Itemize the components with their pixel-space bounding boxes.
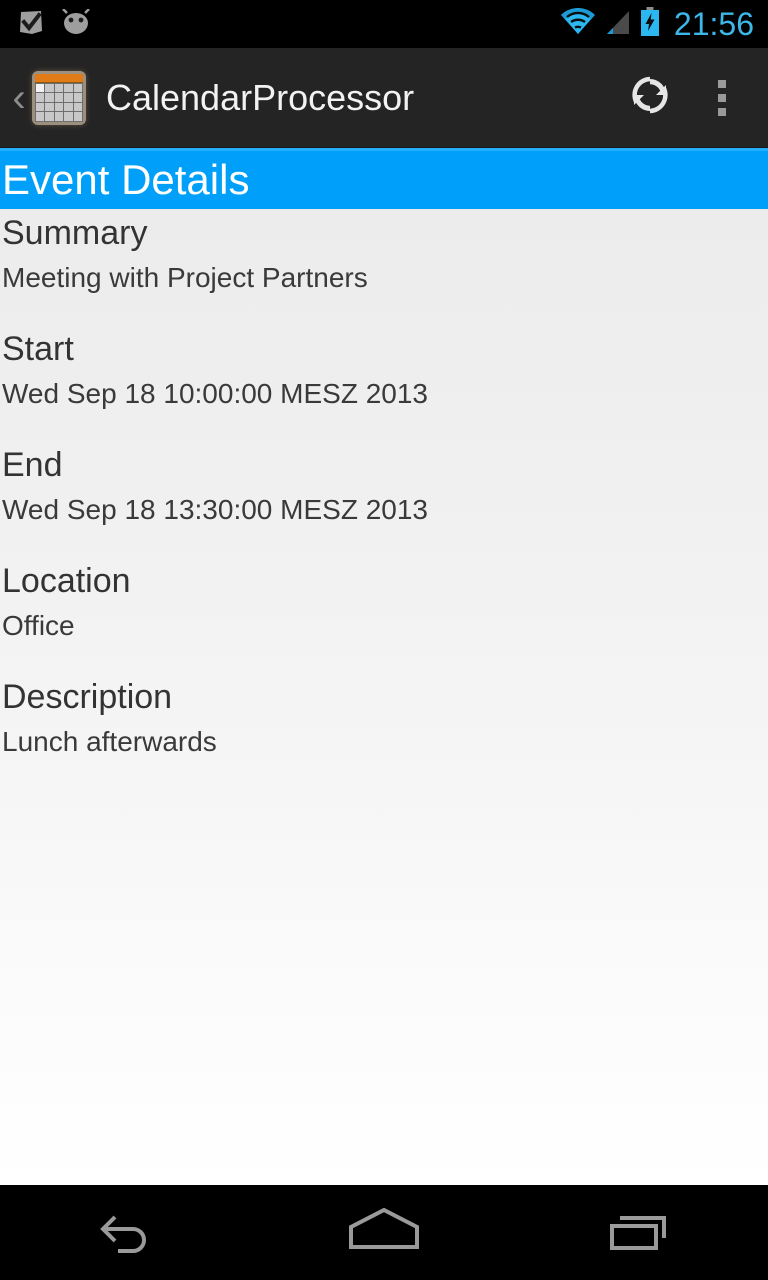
battery-charging-icon bbox=[640, 6, 660, 42]
calendar-icon-cell bbox=[45, 112, 54, 121]
calendar-icon-cell bbox=[54, 83, 64, 92]
field-separator bbox=[0, 299, 768, 325]
calendar-icon-grid bbox=[35, 82, 83, 122]
calendar-icon-cell bbox=[36, 102, 45, 111]
field-value: Lunch afterwards bbox=[2, 726, 217, 757]
android-head-icon bbox=[60, 7, 92, 40]
calendar-icon-cell bbox=[54, 102, 64, 111]
page-title: Event Details bbox=[2, 156, 250, 203]
calendar-icon-cell bbox=[54, 93, 64, 102]
status-bar: 21:56 bbox=[0, 0, 768, 48]
navigation-bar bbox=[0, 1185, 768, 1280]
field-separator bbox=[0, 415, 768, 441]
overflow-menu-button[interactable] bbox=[686, 62, 758, 134]
checkmark-badge-icon bbox=[16, 7, 46, 42]
cell-signal-icon bbox=[605, 8, 631, 41]
up-navigation-chevron-icon[interactable]: ‹ bbox=[8, 78, 30, 118]
calendar-icon-cell bbox=[73, 102, 82, 111]
calendar-icon-cell bbox=[45, 93, 54, 102]
field-value: Wed Sep 18 10:00:00 MESZ 2013 bbox=[2, 378, 428, 409]
calendar-app-icon[interactable] bbox=[32, 70, 86, 125]
calendar-icon-cell bbox=[73, 83, 82, 92]
calendar-icon-cell bbox=[36, 93, 45, 102]
calendar-icon-cell bbox=[36, 83, 45, 92]
field-value: Wed Sep 18 13:30:00 MESZ 2013 bbox=[2, 494, 428, 525]
field-start: Start Wed Sep 18 10:00:00 MESZ 2013 bbox=[0, 325, 768, 415]
back-button[interactable] bbox=[48, 1185, 208, 1280]
calendar-icon-cell bbox=[73, 93, 82, 102]
calendar-app-icon-inner bbox=[35, 73, 83, 122]
recents-button[interactable] bbox=[560, 1185, 720, 1280]
calendar-icon-cell bbox=[64, 112, 73, 121]
back-icon bbox=[93, 1207, 163, 1258]
field-label: Start bbox=[2, 330, 74, 368]
field-separator bbox=[0, 647, 768, 673]
recents-icon bbox=[604, 1205, 676, 1260]
event-details-content: Summary Meeting with Project Partners St… bbox=[0, 209, 768, 1185]
field-end: End Wed Sep 18 13:30:00 MESZ 2013 bbox=[0, 441, 768, 531]
calendar-icon-cell bbox=[45, 83, 54, 92]
calendar-icon-cell bbox=[36, 112, 45, 121]
field-value: Meeting with Project Partners bbox=[2, 262, 368, 293]
action-bar: ‹ CalendarProcessor bbox=[0, 48, 768, 148]
calendar-icon-cell bbox=[64, 93, 73, 102]
field-label: Summary bbox=[2, 214, 148, 252]
field-value: Office bbox=[2, 610, 75, 641]
field-separator bbox=[0, 531, 768, 557]
refresh-button[interactable] bbox=[614, 62, 686, 134]
wifi-icon bbox=[560, 7, 596, 41]
status-bar-notifications bbox=[16, 7, 92, 42]
calendar-icon-header-bar bbox=[35, 73, 83, 83]
calendar-icon-cell bbox=[64, 102, 73, 111]
home-icon bbox=[345, 1205, 423, 1260]
app-title: CalendarProcessor bbox=[106, 76, 415, 118]
overflow-menu-icon bbox=[718, 79, 726, 116]
field-label: Description bbox=[2, 678, 173, 716]
phone-screen: 21:56 ‹ CalendarProcessor Event Details … bbox=[0, 0, 768, 1280]
status-bar-system-icons: 21:56 bbox=[560, 6, 754, 42]
calendar-icon-cell bbox=[73, 112, 82, 121]
calendar-icon-cell bbox=[64, 83, 73, 92]
field-label: Location bbox=[2, 562, 131, 600]
field-description: Description Lunch afterwards bbox=[0, 673, 768, 763]
status-bar-clock: 21:56 bbox=[673, 6, 754, 42]
section-header-banner: Event Details bbox=[0, 148, 768, 209]
field-summary: Summary Meeting with Project Partners bbox=[0, 209, 768, 299]
home-button[interactable] bbox=[304, 1185, 464, 1280]
field-location: Location Office bbox=[0, 557, 768, 647]
field-label: End bbox=[2, 446, 63, 484]
calendar-icon-cell bbox=[45, 102, 54, 111]
calendar-icon-cell bbox=[54, 112, 64, 121]
refresh-icon bbox=[627, 72, 673, 123]
